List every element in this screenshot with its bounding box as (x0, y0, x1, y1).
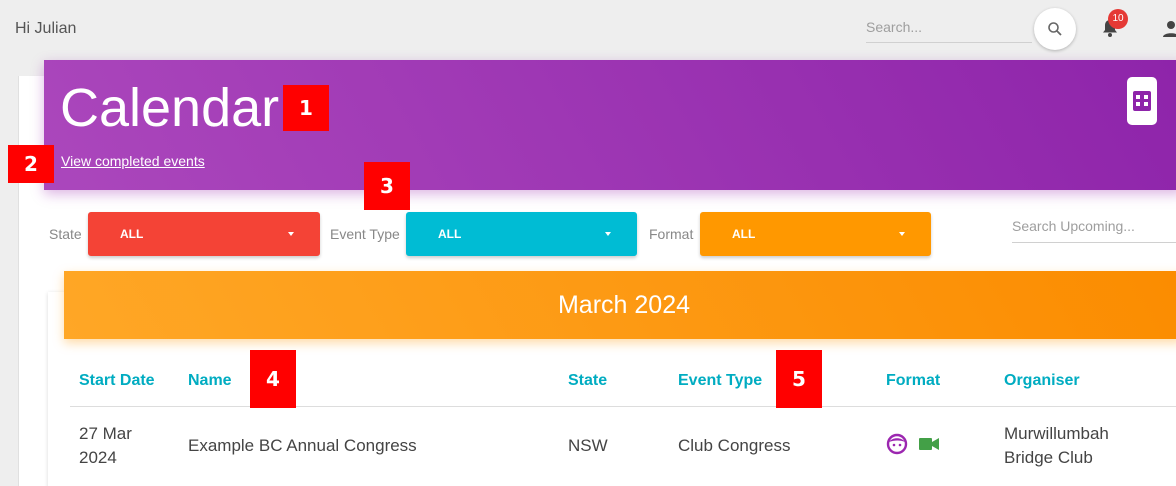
row-divider (70, 406, 1176, 407)
chevron-down-icon (899, 232, 905, 236)
notification-badge: 10 (1108, 9, 1128, 29)
view-completed-events-link[interactable]: View completed events (61, 153, 205, 169)
page: Hi Julian 10 Calendar View completed eve… (0, 0, 1176, 486)
organiser-line-2: Bridge Club (1004, 448, 1093, 467)
month-header: March 2024 (64, 271, 1176, 339)
row-state: NSW (568, 436, 608, 455)
state-filter-label: State (49, 226, 82, 242)
column-header-start-date[interactable]: Start Date (79, 372, 155, 390)
column-header-format[interactable]: Format (886, 372, 940, 390)
calendar-icon (1133, 91, 1151, 111)
page-title: Calendar (60, 78, 280, 138)
start-date-year: 2024 (79, 448, 117, 467)
month-label: March 2024 (557, 290, 691, 319)
face-icon (886, 433, 908, 455)
chevron-down-icon (288, 232, 294, 236)
state-filter-value: ALL (120, 227, 144, 241)
search-button[interactable] (1034, 8, 1076, 50)
search-icon (1048, 22, 1062, 36)
calendar-icon-button[interactable] (1127, 77, 1157, 125)
top-search-input[interactable] (866, 14, 1026, 40)
annotation-marker-2: 2 (8, 145, 54, 183)
event-type-filter-label: Event Type (330, 226, 400, 242)
event-type-filter-value: ALL (438, 227, 462, 241)
annotation-marker-1: 1 (283, 85, 329, 131)
chevron-down-icon (605, 232, 611, 236)
column-header-organiser[interactable]: Organiser (1004, 372, 1080, 390)
format-filter-label: Format (649, 226, 694, 242)
event-type-filter-select[interactable]: ALL (406, 212, 637, 256)
row-organiser: Murwillumbah Bridge Club (1004, 422, 1109, 470)
column-header-state[interactable]: State (568, 372, 607, 390)
column-header-name[interactable]: Name (188, 372, 232, 390)
video-camera-icon (919, 438, 939, 450)
format-filter-select[interactable]: ALL (700, 212, 931, 256)
top-bar: Hi Julian 10 (0, 0, 1176, 58)
greeting: Hi Julian (15, 20, 77, 37)
state-filter-select[interactable]: ALL (88, 212, 320, 256)
user-icon[interactable] (1162, 20, 1176, 38)
annotation-marker-5: 5 (776, 350, 822, 408)
format-filter-value: ALL (732, 227, 756, 241)
organiser-line-1: Murwillumbah (1004, 424, 1109, 443)
row-event-type: Club Congress (678, 436, 791, 455)
start-date-day-month: 27 Mar (79, 424, 132, 443)
search-upcoming-field[interactable] (1012, 212, 1176, 243)
annotation-marker-4: 4 (250, 350, 296, 408)
row-start-date: 27 Mar 2024 (79, 422, 132, 470)
annotation-marker-3: 3 (364, 162, 410, 210)
search-upcoming-input[interactable] (1012, 212, 1176, 240)
sidebar-strip (18, 76, 45, 486)
top-search-field[interactable] (866, 14, 1032, 43)
row-format (886, 433, 940, 455)
column-header-event-type[interactable]: Event Type (678, 372, 762, 390)
row-name[interactable]: Example BC Annual Congress (188, 434, 417, 458)
